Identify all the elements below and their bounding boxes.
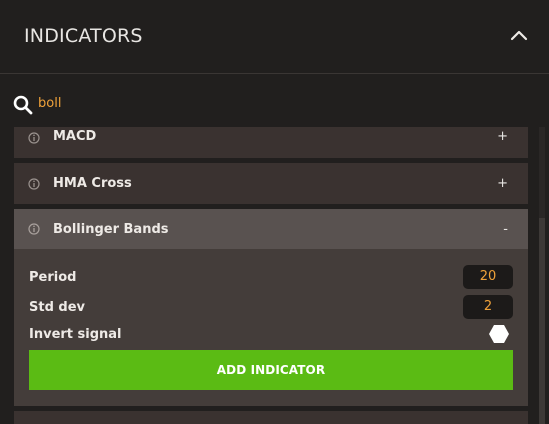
indicator-name: MACD <box>53 129 97 144</box>
indicator-name: Bollinger Bands <box>53 222 169 237</box>
indicator-item-bollinger-bands: Bollinger Bands - Period 20 Std dev 2 In… <box>14 209 528 406</box>
scrollbar-thumb[interactable] <box>539 218 545 424</box>
invert-signal-toggle[interactable] <box>488 324 510 344</box>
invert-signal-label: Invert signal <box>29 327 122 342</box>
search-icon <box>13 95 33 115</box>
collapse-toggle[interactable]: - <box>503 222 508 237</box>
panel-title: INDICATORS <box>24 25 143 47</box>
indicator-item-hma-cross[interactable]: HMA Cross + <box>14 163 528 204</box>
info-icon[interactable] <box>28 132 40 144</box>
std-dev-input[interactable]: 2 <box>463 295 513 319</box>
info-icon[interactable] <box>28 223 40 235</box>
expand-toggle[interactable]: + <box>497 176 508 191</box>
std-dev-label: Std dev <box>29 300 86 315</box>
period-input[interactable]: 20 <box>463 265 513 289</box>
panel-header: INDICATORS <box>0 0 549 74</box>
indicator-name: HMA Cross <box>53 176 132 191</box>
info-icon[interactable] <box>28 178 40 190</box>
search-input[interactable] <box>38 92 338 114</box>
indicator-list: MACD + HMA Cross + Bollinger Bands - Per… <box>14 127 528 424</box>
indicator-item-macd[interactable]: MACD + <box>14 127 528 158</box>
expand-toggle[interactable]: + <box>497 129 508 144</box>
indicator-item-partial[interactable] <box>14 411 528 424</box>
add-indicator-button[interactable]: ADD INDICATOR <box>29 350 513 390</box>
period-label: Period <box>29 270 77 285</box>
indicator-header[interactable]: Bollinger Bands - <box>14 209 528 249</box>
chevron-up-icon[interactable] <box>510 29 528 41</box>
